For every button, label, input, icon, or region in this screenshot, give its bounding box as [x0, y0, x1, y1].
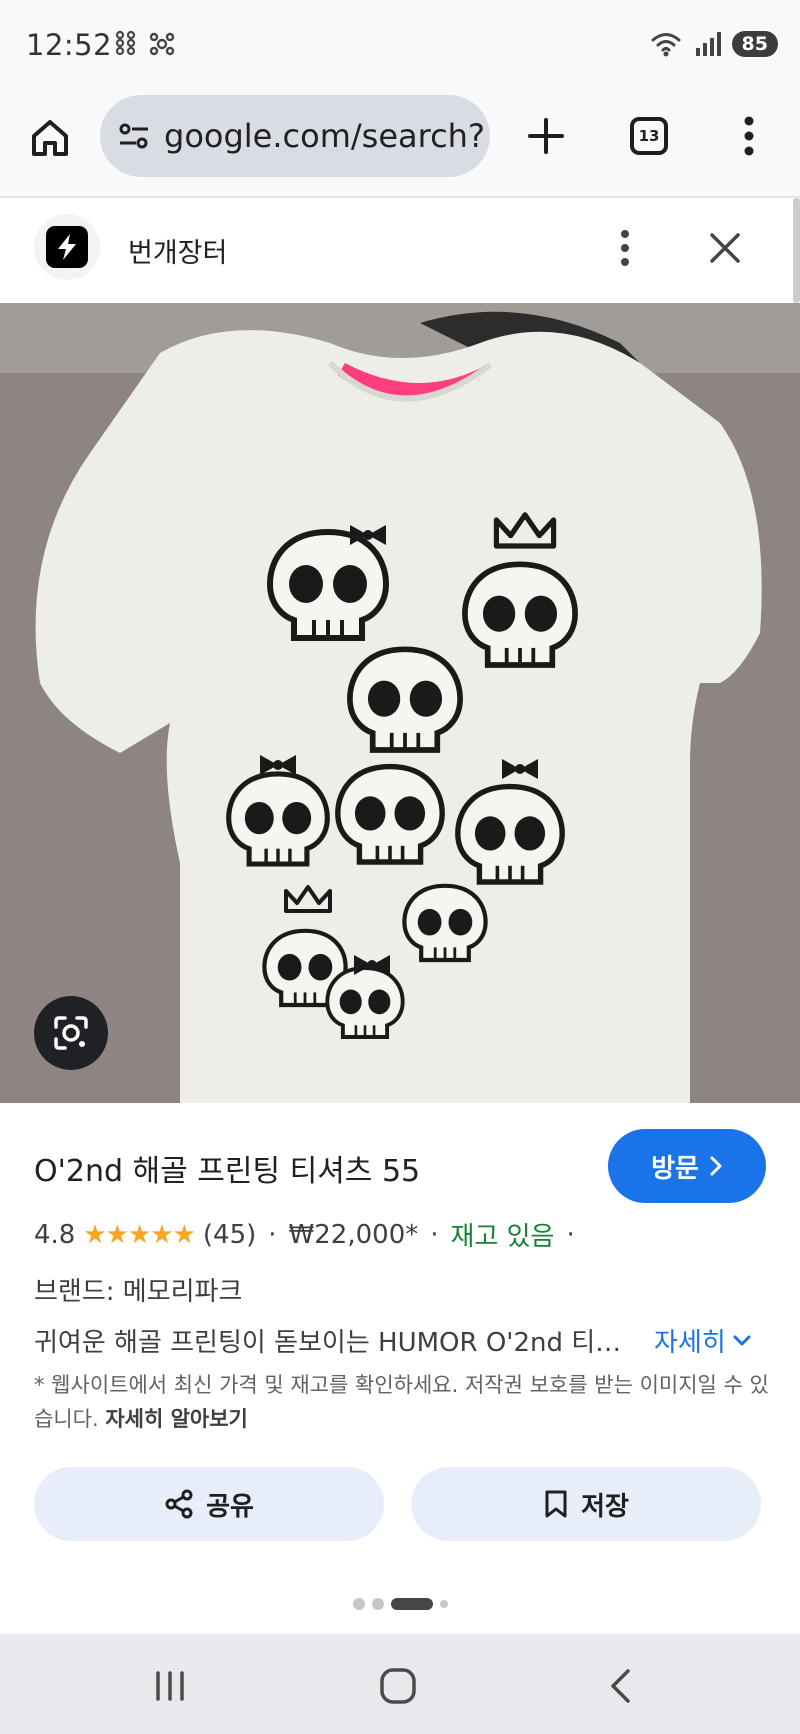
visit-button[interactable]: 방문: [608, 1129, 766, 1203]
page-dot[interactable]: [371, 1598, 384, 1610]
share-icon: [165, 1489, 193, 1519]
save-label: 저장: [581, 1491, 629, 1522]
brand-row: 브랜드: 메모리파크: [34, 1277, 243, 1307]
browser-toolbar: google.com/search? 13: [0, 90, 800, 198]
more-vert-icon[interactable]: [612, 228, 638, 268]
status-time: 12:52: [26, 28, 113, 62]
signal-icon: [695, 32, 721, 56]
learn-more-link[interactable]: 자세히 알아보기: [105, 1407, 248, 1431]
source-name[interactable]: 번개장터: [128, 231, 227, 270]
home-icon[interactable]: [28, 116, 72, 160]
description-row: 귀여운 해골 프린팅이 돋보이는 HUMOR O'2nd 티셔츠 자세히: [34, 1322, 774, 1359]
page-dot[interactable]: [439, 1600, 448, 1608]
more-vert-icon[interactable]: [733, 114, 765, 158]
separator: ·: [430, 1219, 439, 1250]
more-label: 자세히: [654, 1328, 726, 1358]
tune-icon[interactable]: [118, 122, 150, 150]
chevron-down-icon: [733, 1335, 751, 1345]
separator: ·: [566, 1219, 575, 1250]
page-dot[interactable]: [352, 1598, 365, 1610]
home-nav-icon[interactable]: [378, 1666, 418, 1706]
tab-count: 13: [638, 127, 660, 145]
tshirt-photo: [0, 303, 800, 1103]
lens-icon: [54, 1016, 88, 1050]
wifi-icon: [651, 33, 681, 57]
lens-button[interactable]: [34, 996, 108, 1070]
status-icons: 85: [650, 30, 778, 58]
description: 귀여운 해골 프린팅이 돋보이는 HUMOR O'2nd 티셔츠: [34, 1328, 634, 1358]
rating-value: 4.8: [34, 1219, 76, 1250]
stock-status: 재고 있음: [450, 1222, 555, 1252]
url-bar[interactable]: google.com/search?: [100, 95, 490, 177]
recent-apps-icon[interactable]: [152, 1670, 188, 1702]
page-dot-active[interactable]: [390, 1598, 433, 1610]
system-nav-bar: [0, 1634, 800, 1734]
share-label: 공유: [206, 1491, 254, 1522]
status-bar: 12:52 85: [0, 0, 800, 90]
lightning-icon: [58, 234, 76, 260]
source-logo: [34, 214, 100, 280]
separator: ·: [268, 1219, 277, 1250]
app-notification-icon: [149, 32, 175, 56]
url-text[interactable]: google.com/search?: [164, 117, 485, 155]
price: ₩22,000*: [288, 1219, 419, 1250]
rating-row: 4.8 ★★★★★ (45) · ₩22,000* · 재고 있음 ·: [34, 1216, 587, 1253]
product-image[interactable]: [0, 303, 800, 1103]
share-button[interactable]: 공유: [34, 1467, 384, 1541]
chevron-right-icon: [710, 1156, 722, 1176]
star-rating: ★★★★★: [83, 1219, 196, 1250]
save-button[interactable]: 저장: [411, 1467, 761, 1541]
close-icon[interactable]: [708, 231, 742, 265]
plus-icon[interactable]: [524, 114, 568, 158]
more-details-link[interactable]: 자세히: [654, 1322, 752, 1359]
review-count: (45): [202, 1219, 257, 1250]
source-header: 번개장터: [0, 198, 792, 303]
back-icon[interactable]: [606, 1668, 636, 1704]
carousel-pager: [0, 1598, 800, 1610]
disclaimer-note: * 웹사이트에서 최신 가격 및 재고를 확인하세요. 저작권 보호를 받는 이…: [34, 1368, 774, 1436]
product-title: O'2nd 해골 프린팅 티셔츠 55: [34, 1154, 421, 1189]
bookmark-icon: [545, 1490, 567, 1518]
battery-indicator: 85: [731, 31, 778, 57]
scrollbar[interactable]: [793, 198, 800, 303]
visit-label: 방문: [651, 1153, 699, 1184]
app-notification-icon: [115, 30, 136, 56]
tabs-icon[interactable]: 13: [630, 117, 668, 155]
